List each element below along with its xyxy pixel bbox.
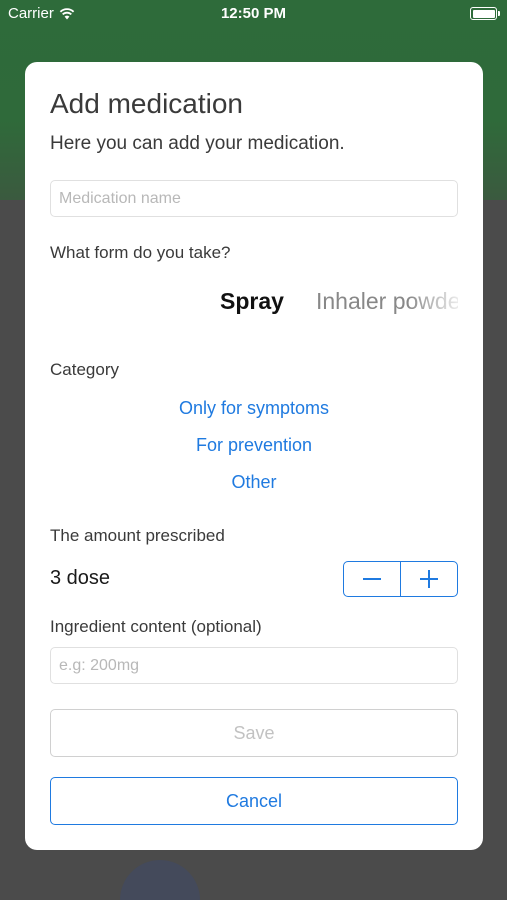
form-picker-selected[interactable]: Spray <box>220 288 284 315</box>
ingredient-input[interactable] <box>50 647 458 684</box>
amount-value: 3 dose <box>50 567 111 589</box>
category-option-prevention[interactable]: For prevention <box>25 435 483 456</box>
cancel-button[interactable]: Cancel <box>50 777 458 825</box>
medication-name-input[interactable] <box>50 180 458 217</box>
add-medication-dialog: Add medication Here you can add your med… <box>25 62 483 850</box>
dose-stepper <box>343 561 458 597</box>
form-label: What form do you take? <box>50 243 231 262</box>
save-button[interactable]: Save <box>50 709 458 757</box>
plus-icon <box>420 570 438 588</box>
form-picker-next[interactable]: Inhaler powder <box>316 288 458 315</box>
category-option-other[interactable]: Other <box>25 472 483 493</box>
amount-label: The amount prescribed <box>50 526 225 545</box>
dialog-subtitle: Here you can add your medication. <box>50 133 345 154</box>
increment-button[interactable] <box>400 562 457 596</box>
clock: 12:50 PM <box>220 5 287 22</box>
category-label: Category <box>50 360 119 379</box>
minus-icon <box>363 578 381 580</box>
decrement-button[interactable] <box>344 562 400 596</box>
category-option-symptoms[interactable]: Only for symptoms <box>25 398 483 419</box>
form-picker[interactable]: Spray Inhaler powder <box>50 284 458 324</box>
battery-icon <box>470 7 500 20</box>
status-bar: Carrier 12:50 PM <box>0 0 507 28</box>
dialog-title: Add medication <box>50 88 244 119</box>
ingredient-label: Ingredient content (optional) <box>50 617 262 636</box>
